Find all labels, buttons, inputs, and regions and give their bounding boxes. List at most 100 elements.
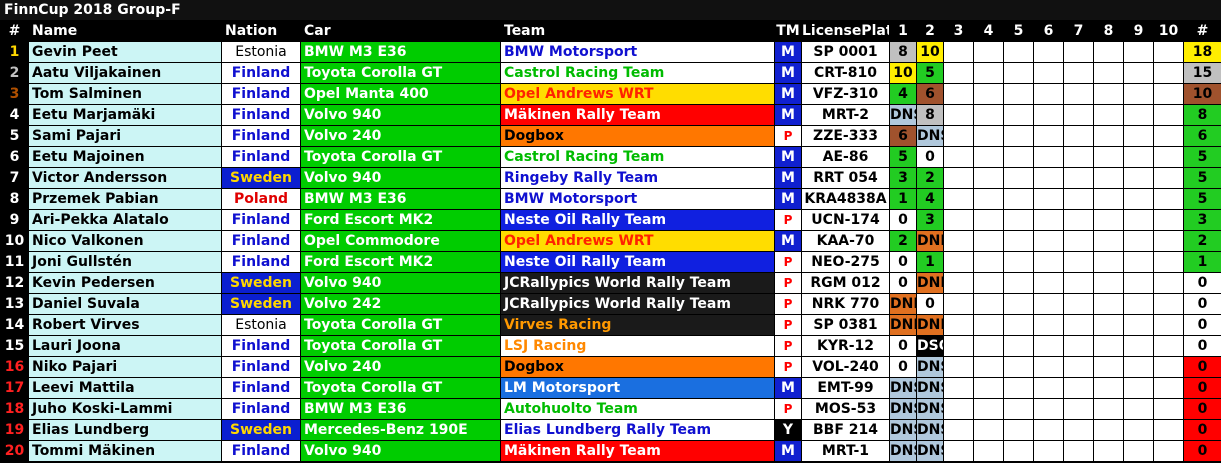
race-7-result xyxy=(1063,104,1094,126)
col-header-plate[interactable]: LicensePlate xyxy=(801,20,890,42)
col-header-tm[interactable]: TM xyxy=(774,20,802,42)
col-header-race-3[interactable]: 3 xyxy=(943,20,974,42)
table-row[interactable]: 20 Tommi Mäkinen Finland Volvo 940 Mäkinen R… xyxy=(0,440,1221,462)
race-1-result: 6 xyxy=(889,125,917,147)
col-header-race-7[interactable]: 7 xyxy=(1063,20,1094,42)
driver-name-cell: Robert Virves xyxy=(28,314,222,336)
license-plate-cell: UCN-174 xyxy=(801,209,890,231)
race-9-result xyxy=(1123,146,1154,168)
standings-table: # Name Nation Car Team TM LicensePlate 1… xyxy=(0,20,1221,462)
standings-window: { "title": "FinnCup 2018 Group-F", "head… xyxy=(0,0,1221,463)
position-cell: 18 xyxy=(0,398,29,420)
col-header-race-6[interactable]: 6 xyxy=(1033,20,1064,42)
race-6-result xyxy=(1033,398,1064,420)
race-3-result xyxy=(943,83,974,105)
race-10-result xyxy=(1153,398,1184,420)
race-2-result: 0 xyxy=(916,146,944,168)
table-row[interactable]: 13 Daniel Suvala Sweden Volvo 242 JCRallypic… xyxy=(0,293,1221,315)
table-row[interactable]: 3 Tom Salminen Finland Opel Manta 400 Opel A… xyxy=(0,83,1221,105)
col-header-race-2[interactable]: 2 xyxy=(916,20,944,42)
col-header-nation[interactable]: Nation xyxy=(221,20,301,42)
race-9-result xyxy=(1123,440,1154,462)
position-cell: 16 xyxy=(0,356,29,378)
table-row[interactable]: 9 Ari-Pekka Alatalo Finland Ford Escort MK2… xyxy=(0,209,1221,231)
race-8-result xyxy=(1093,209,1124,231)
team-mode-badge: P xyxy=(774,251,802,273)
race-5-result xyxy=(1003,83,1034,105)
team-cell: Dogbox xyxy=(500,356,775,378)
position-cell: 20 xyxy=(0,440,29,462)
nation-cell: Estonia xyxy=(221,41,301,63)
table-row[interactable]: 10 Nico Valkonen Finland Opel Commodore Opel… xyxy=(0,230,1221,252)
col-header-pos[interactable]: # xyxy=(0,20,29,42)
race-2-result: DNF xyxy=(916,230,944,252)
table-row[interactable]: 19 Elias Lundberg Sweden Mercedes-Benz 190E… xyxy=(0,419,1221,441)
table-row[interactable]: 16 Niko Pajari Finland Volvo 240 Dogbox P VOL-… xyxy=(0,356,1221,378)
race-5-result xyxy=(1003,62,1034,84)
race-3-result xyxy=(943,419,974,441)
total-points-cell: 15 xyxy=(1183,62,1221,84)
race-5-result xyxy=(1003,188,1034,210)
col-header-team[interactable]: Team xyxy=(500,20,775,42)
race-7-result xyxy=(1063,419,1094,441)
race-1-result: 3 xyxy=(889,167,917,189)
table-row[interactable]: 12 Kevin Pedersen Sweden Volvo 940 JCRallypi… xyxy=(0,272,1221,294)
race-10-result xyxy=(1153,356,1184,378)
col-header-race-9[interactable]: 9 xyxy=(1123,20,1154,42)
table-row[interactable]: 5 Sami Pajari Finland Volvo 240 Dogbox P ZZE-3… xyxy=(0,125,1221,147)
race-6-result xyxy=(1033,104,1064,126)
position-cell: 9 xyxy=(0,209,29,231)
nation-cell: Finland xyxy=(221,125,301,147)
table-row[interactable]: 8 Przemek Pabian Poland BMW M3 E36 BMW Motor… xyxy=(0,188,1221,210)
race-10-result xyxy=(1153,188,1184,210)
table-row[interactable]: 4 Eetu Marjamäki Finland Volvo 940 Mäkinen R… xyxy=(0,104,1221,126)
team-mode-badge: M xyxy=(774,377,802,399)
race-4-result xyxy=(973,62,1004,84)
race-9-result xyxy=(1123,419,1154,441)
table-row[interactable]: 14 Robert Virves Estonia Toyota Corolla GT V… xyxy=(0,314,1221,336)
table-row[interactable]: 6 Eetu Majoinen Finland Toyota Corolla GT Ca… xyxy=(0,146,1221,168)
race-3-result xyxy=(943,230,974,252)
license-plate-cell: CRT-810 xyxy=(801,62,890,84)
race-2-result: 8 xyxy=(916,104,944,126)
col-header-total[interactable]: # xyxy=(1183,20,1221,42)
race-2-result: 5 xyxy=(916,62,944,84)
col-header-race-4[interactable]: 4 xyxy=(973,20,1004,42)
team-mode-badge: M xyxy=(774,440,802,462)
race-7-result xyxy=(1063,167,1094,189)
race-8-result xyxy=(1093,356,1124,378)
race-6-result xyxy=(1033,125,1064,147)
race-6-result xyxy=(1033,440,1064,462)
col-header-race-8[interactable]: 8 xyxy=(1093,20,1124,42)
table-row[interactable]: 7 Victor Andersson Sweden Volvo 940 Ringeby … xyxy=(0,167,1221,189)
race-1-result: 0 xyxy=(889,335,917,357)
standings-body: 1 Gevin Peet Estonia BMW M3 E36 BMW Motorspo… xyxy=(0,41,1221,462)
race-7-result xyxy=(1063,83,1094,105)
race-9-result xyxy=(1123,125,1154,147)
table-row[interactable]: 11 Joni Gullstén Finland Ford Escort MK2 Nes… xyxy=(0,251,1221,273)
team-cell: Mäkinen Rally Team xyxy=(500,104,775,126)
race-6-result xyxy=(1033,335,1064,357)
team-mode-badge: Y xyxy=(774,419,802,441)
table-row[interactable]: 18 Juho Koski-Lammi Finland BMW M3 E36 Autoh… xyxy=(0,398,1221,420)
race-7-result xyxy=(1063,146,1094,168)
nation-cell: Estonia xyxy=(221,314,301,336)
table-row[interactable]: 15 Lauri Joona Finland Toyota Corolla GT LSJ… xyxy=(0,335,1221,357)
nation-cell: Sweden xyxy=(221,293,301,315)
race-5-result xyxy=(1003,41,1034,63)
race-8-result xyxy=(1093,104,1124,126)
col-header-race-5[interactable]: 5 xyxy=(1003,20,1034,42)
table-row[interactable]: 2 Aatu Viljakainen Finland Toyota Corolla G… xyxy=(0,62,1221,84)
table-row[interactable]: 17 Leevi Mattila Finland Toyota Corolla GT L… xyxy=(0,377,1221,399)
col-header-race-10[interactable]: 10 xyxy=(1153,20,1184,42)
nation-cell: Finland xyxy=(221,62,301,84)
driver-name-cell: Eetu Majoinen xyxy=(28,146,222,168)
team-mode-badge: M xyxy=(774,146,802,168)
table-row[interactable]: 1 Gevin Peet Estonia BMW M3 E36 BMW Motorspo… xyxy=(0,41,1221,63)
race-7-result xyxy=(1063,209,1094,231)
col-header-name[interactable]: Name xyxy=(28,20,222,42)
driver-name-cell: Lauri Joona xyxy=(28,335,222,357)
position-cell: 17 xyxy=(0,377,29,399)
col-header-race-1[interactable]: 1 xyxy=(889,20,917,42)
col-header-car[interactable]: Car xyxy=(300,20,501,42)
